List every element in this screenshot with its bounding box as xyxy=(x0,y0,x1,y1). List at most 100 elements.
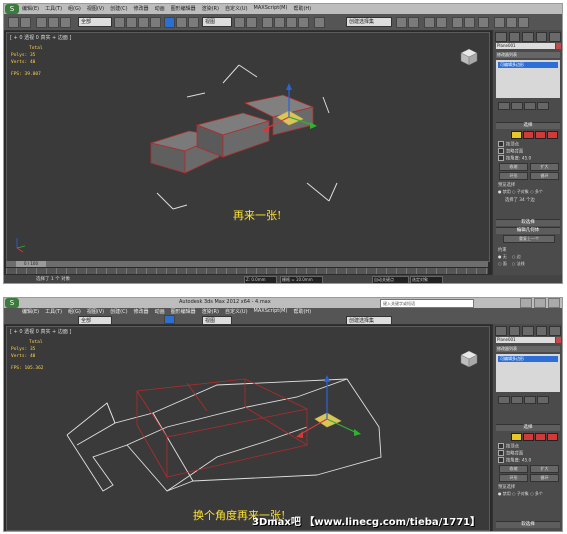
motion-tab-icon[interactable] xyxy=(535,32,548,42)
ref-coord-dropdown[interactable]: 视图 xyxy=(202,17,232,27)
hierarchy-tab-icon[interactable] xyxy=(522,32,534,42)
preview-multi-radio[interactable]: 多个 xyxy=(535,491,543,496)
menu-views[interactable]: 视图(V) xyxy=(87,308,104,315)
redo-icon[interactable] xyxy=(20,17,31,28)
modifier-list-dropdown[interactable]: 修改器列表 xyxy=(496,346,560,352)
menu-create[interactable]: 创建(C) xyxy=(110,5,127,12)
render-setup-icon[interactable] xyxy=(494,17,505,28)
object-name-field[interactable]: Plane001 xyxy=(496,337,555,343)
remove-modifier-button[interactable] xyxy=(537,102,549,110)
grow-button[interactable]: 扩大 xyxy=(530,465,559,473)
menu-modifiers[interactable]: 修改器 xyxy=(134,308,149,315)
view-cube-icon[interactable] xyxy=(459,349,479,369)
close-icon[interactable] xyxy=(548,298,560,308)
rotate-icon[interactable] xyxy=(176,17,187,28)
edge-mode-icon[interactable] xyxy=(523,433,534,441)
z-coordinate-field[interactable]: Z: 0.0mm xyxy=(244,276,277,283)
undo-icon[interactable] xyxy=(8,17,19,28)
ignore-backfacing-checkbox[interactable] xyxy=(498,148,504,154)
transform-gizmo[interactable] xyxy=(296,375,361,438)
polygon-mode-icon[interactable] xyxy=(547,433,558,441)
manipulate-icon[interactable] xyxy=(246,17,257,28)
window-crossing-icon[interactable] xyxy=(150,17,161,28)
menu-views[interactable]: 视图(V) xyxy=(87,5,104,12)
app-logo-icon[interactable]: S xyxy=(5,4,19,14)
loop-button[interactable]: 循环 xyxy=(530,172,559,180)
create-tab-icon[interactable] xyxy=(495,326,507,336)
menu-graph-editors[interactable]: 图形编辑器 xyxy=(171,308,196,315)
make-unique-button[interactable] xyxy=(524,102,536,110)
time-slider[interactable]: 0 / 100 xyxy=(6,261,488,267)
preview-subobj-radio[interactable]: 子对象 xyxy=(517,189,529,194)
auto-key-button[interactable]: 自动关键点 xyxy=(372,276,409,283)
material-editor-icon[interactable] xyxy=(478,17,489,28)
menu-animation[interactable]: 动画 xyxy=(155,308,165,315)
motion-tab-icon[interactable] xyxy=(535,326,548,336)
percent-snap-icon[interactable] xyxy=(286,17,297,28)
perspective-viewport[interactable]: [ + 0 透视 0 真实 + 边面 ] Total Polys: 35 Ver… xyxy=(6,326,490,531)
curve-editor-icon[interactable] xyxy=(452,17,463,28)
object-color-swatch[interactable] xyxy=(556,43,561,49)
menu-group[interactable]: 组(G) xyxy=(68,308,81,315)
menu-modifiers[interactable]: 修改器 xyxy=(134,5,149,12)
menu-help[interactable]: 帮助(H) xyxy=(293,5,311,12)
render-frame-icon[interactable] xyxy=(506,17,517,28)
menu-rendering[interactable]: 渲染(R) xyxy=(202,308,219,315)
menu-help[interactable]: 帮助(H) xyxy=(293,308,311,315)
move-icon[interactable] xyxy=(164,315,175,324)
shrink-button[interactable]: 收缩 xyxy=(499,465,528,473)
ring-button[interactable]: 环形 xyxy=(499,474,528,482)
vertex-mode-icon[interactable] xyxy=(511,131,522,139)
polygon-mode-icon[interactable] xyxy=(547,131,558,139)
menu-edit[interactable]: 编辑(E) xyxy=(22,5,39,12)
by-angle-value[interactable]: 45.0 xyxy=(522,157,532,162)
menu-maxscript[interactable]: MAXScript(M) xyxy=(254,5,288,12)
menu-animation[interactable]: 动画 xyxy=(155,5,165,12)
preview-off-radio[interactable]: 禁用 xyxy=(503,491,511,496)
constraint-face-radio[interactable]: 面 xyxy=(503,261,507,266)
menu-tools[interactable]: 工具(T) xyxy=(45,5,62,12)
ref-coord-dropdown[interactable]: 视图 xyxy=(202,316,232,325)
by-angle-checkbox[interactable] xyxy=(498,457,504,463)
move-icon[interactable] xyxy=(164,17,175,28)
selection-filter-dropdown[interactable]: 全部 xyxy=(78,17,112,27)
constraint-normal-radio[interactable]: 法线 xyxy=(517,261,525,266)
schematic-icon[interactable] xyxy=(464,17,475,28)
pin-stack-button[interactable] xyxy=(498,396,510,404)
preview-multi-radio[interactable]: 多个 xyxy=(535,189,543,194)
menu-customize[interactable]: 自定义(U) xyxy=(225,308,248,315)
time-slider-knob[interactable]: 0 / 100 xyxy=(16,261,46,267)
menu-customize[interactable]: 自定义(U) xyxy=(225,5,248,12)
by-angle-row[interactable]: 按角度: 45.0 xyxy=(498,155,531,162)
menu-rendering[interactable]: 渲染(R) xyxy=(202,5,219,12)
by-vertex-row[interactable]: 按顶点 xyxy=(498,443,519,450)
soft-selection-rollout-title[interactable]: 软选择 xyxy=(496,521,560,528)
menu-edit[interactable]: 编辑(E) xyxy=(22,308,39,315)
pivot-icon[interactable] xyxy=(234,17,245,28)
remove-modifier-button[interactable] xyxy=(537,396,549,404)
modifier-list-dropdown[interactable]: 修改器列表 xyxy=(496,52,560,58)
view-cube-icon[interactable] xyxy=(459,47,479,67)
object-color-swatch[interactable] xyxy=(556,337,561,343)
perspective-viewport[interactable]: [ + 0 透视 0 真实 + 边面 ] Total Polys: 35 Ver… xyxy=(6,32,490,262)
preview-subobj-radio[interactable]: 子对象 xyxy=(517,491,529,496)
track-bar[interactable] xyxy=(6,268,488,274)
unlink-icon[interactable] xyxy=(48,17,59,28)
display-tab-icon[interactable] xyxy=(549,32,561,42)
edit-named-sel-icon[interactable] xyxy=(314,17,325,28)
shrink-button[interactable]: 收缩 xyxy=(499,163,528,171)
edit-geometry-rollout-title[interactable]: 编辑几何体 xyxy=(496,227,560,234)
maximize-icon[interactable] xyxy=(534,298,546,308)
key-filter-dropdown[interactable]: 选定对象 xyxy=(410,276,443,283)
display-tab-icon[interactable] xyxy=(549,326,561,336)
border-mode-icon[interactable] xyxy=(535,433,546,441)
hierarchy-tab-icon[interactable] xyxy=(522,326,534,336)
menu-group[interactable]: 组(G) xyxy=(68,5,81,12)
bind-icon[interactable] xyxy=(60,17,71,28)
select-by-name-icon[interactable] xyxy=(126,17,137,28)
mirror-icon[interactable] xyxy=(396,17,407,28)
select-icon[interactable] xyxy=(114,17,125,28)
scale-icon[interactable] xyxy=(188,17,199,28)
by-angle-value[interactable]: 45.0 xyxy=(522,459,532,464)
by-angle-row[interactable]: 按角度: 45.0 xyxy=(498,457,531,464)
